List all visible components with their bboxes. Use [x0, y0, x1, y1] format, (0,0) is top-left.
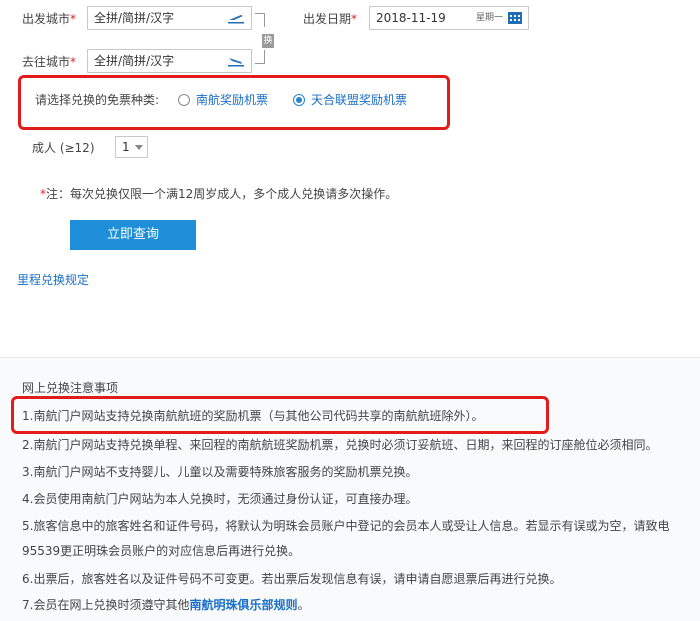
takeoff-icon: [228, 15, 244, 24]
mileage-rules-link[interactable]: 里程兑换规定: [17, 272, 89, 288]
weekday-text: 星期一: [476, 13, 504, 23]
date-value: 2018-11-19: [376, 11, 446, 25]
notice-item-4: 4.会员使用南航门户网站为本人兑换时，无须通过身份认证，可直接办理。: [22, 492, 418, 506]
query-button[interactable]: 立即查询: [70, 220, 196, 250]
club-rules-link[interactable]: 南航明珠俱乐部规则: [189, 598, 297, 612]
radio-csair-award-label[interactable]: 南航奖励机票: [196, 92, 268, 108]
origin-label: 出发城市*: [22, 12, 77, 26]
radio-csair-award[interactable]: [178, 94, 190, 106]
notice-item-1: 1.南航门户网站支持兑换南航航班的奖励机票（与其他公司代码共享的南航航班除外）。: [22, 409, 484, 423]
adult-count-value: 1: [122, 140, 130, 154]
date-input[interactable]: 2018-11-19 星期一: [369, 6, 529, 30]
origin-input-placeholder: 全拼/简拼/汉字: [94, 11, 175, 25]
notice-item-5: 5.旅客信息中的旅客姓名和证件号码，将默认为明珠会员账户中登记的会员本人或受让人…: [22, 519, 670, 533]
origin-input[interactable]: 全拼/简拼/汉字: [87, 6, 252, 30]
destination-label: 去往城市*: [22, 55, 77, 69]
destination-input-placeholder: 全拼/简拼/汉字: [94, 54, 175, 68]
notice-item-5-cont: 95539更正明珠会员账户的对应信息后再进行兑换。: [22, 544, 301, 558]
ticket-type-prompt: 请选择兑换的免票种类:: [35, 93, 160, 107]
notice-item-7-end: 。: [297, 598, 310, 612]
swap-button[interactable]: 换: [262, 34, 274, 48]
calendar-icon[interactable]: [508, 12, 522, 24]
destination-input[interactable]: 全拼/简拼/汉字: [87, 49, 252, 73]
notice-item-2: 2.南航门户网站支持兑换单程、来回程的南航航班奖励机票，兑换时必须订妥航班、日期…: [22, 438, 658, 452]
adult-count-select[interactable]: 1: [115, 136, 148, 158]
date-label: 出发日期*: [303, 12, 358, 26]
notice-item-7-text: 7.会员在网上兑换时须遵守其他: [22, 598, 190, 612]
landing-icon: [228, 58, 244, 67]
radio-skyteam-award[interactable]: [293, 94, 305, 106]
swap-connector-bottom: [255, 50, 265, 64]
notice-title: 网上兑换注意事项: [22, 381, 119, 395]
swap-connector-top: [255, 13, 265, 27]
notice-item-6: 6.出票后，旅客姓名以及证件号码不可变更。若出票后发现信息有误，请申请自愿退票后…: [22, 572, 562, 586]
exchange-note: *注：每次兑换仅限一个满12周岁成人，多个成人兑换请多次操作。: [40, 187, 398, 201]
notice-item-3: 3.南航门户网站不支持婴儿、儿童以及需要特殊旅客服务的奖励机票兑换。: [22, 465, 418, 479]
notice-item-7: 7.会员在网上兑换时须遵守其他南航明珠俱乐部规则。: [22, 597, 309, 613]
adult-label: 成人 (≥12): [32, 141, 95, 155]
chevron-down-icon: [135, 145, 143, 150]
radio-skyteam-award-label[interactable]: 天合联盟奖励机票: [311, 92, 407, 108]
